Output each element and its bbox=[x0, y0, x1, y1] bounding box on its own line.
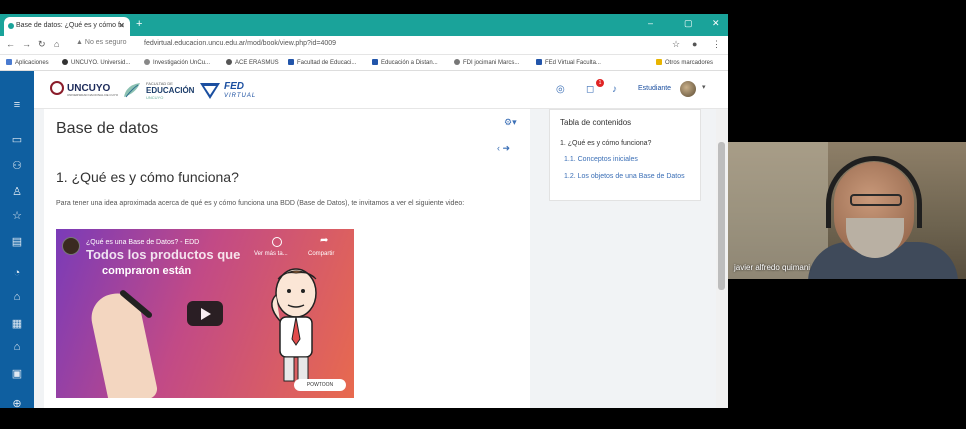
tab-favicon-icon bbox=[8, 23, 14, 29]
bookmark-item[interactable]: Aplicaciones bbox=[6, 59, 49, 66]
bookmark-item[interactable]: Otros marcadores bbox=[656, 59, 713, 66]
bookmark-item[interactable]: Investigación UnCu... bbox=[144, 59, 210, 66]
maximize-button[interactable]: ▢ bbox=[684, 18, 693, 29]
leaf-icon bbox=[124, 83, 140, 98]
toc-heading: Tabla de contenidos bbox=[560, 118, 632, 127]
toc-item-current[interactable]: 1. ¿Qué es y cómo funciona? bbox=[560, 140, 651, 147]
dashboard-icon[interactable]: ◔ bbox=[10, 267, 24, 279]
seal-icon bbox=[50, 81, 64, 95]
cartoon-man-illustration bbox=[271, 268, 317, 382]
fed-virtual-logo[interactable]: FED VIRTUAL bbox=[198, 79, 258, 103]
tab-title: Base de datos: ¿Qué es y cómo fu bbox=[16, 22, 124, 29]
table-of-contents: Tabla de contenidos 1. ¿Qué es y cómo fu… bbox=[549, 109, 701, 201]
video-title[interactable]: ¿Qué es una Base de Datos? - EDD bbox=[86, 239, 199, 246]
graduation-icon[interactable]: ⌂ bbox=[10, 341, 24, 353]
powtoon-brand: POWTOON bbox=[294, 379, 346, 391]
globe-icon bbox=[226, 59, 232, 65]
address-bar: ← → ↻ ⌂ ▲ No es seguro fedvirtual.educac… bbox=[0, 36, 728, 55]
close-window-button[interactable]: ✕ bbox=[712, 18, 720, 29]
globe-icon bbox=[454, 59, 460, 65]
bookmark-item[interactable]: Facultad de Educaci... bbox=[288, 59, 356, 66]
star-icon[interactable]: ☆ bbox=[672, 39, 680, 50]
browser-window: Base de datos: ¿Qué es y cómo fu ✕ + – ▢… bbox=[0, 14, 728, 408]
tab-close-icon[interactable]: ✕ bbox=[118, 21, 125, 30]
screen: Base de datos: ¿Qué es y cómo fu ✕ + – ▢… bbox=[0, 0, 966, 429]
badge-icon[interactable]: ♙ bbox=[10, 185, 24, 198]
security-indicator[interactable]: ▲ No es seguro bbox=[76, 39, 127, 46]
tab-bar: Base de datos: ¿Qué es y cómo fu ✕ + – ▢… bbox=[0, 14, 728, 36]
chevron-down-icon[interactable]: ▾ bbox=[702, 83, 706, 91]
users-icon[interactable]: ⚇ bbox=[10, 159, 24, 172]
next-page-icon[interactable]: ‹ ➜ bbox=[497, 143, 510, 154]
menu-dots-icon[interactable]: ⋮ bbox=[712, 39, 721, 50]
avatar[interactable] bbox=[680, 81, 696, 97]
language-globe-icon[interactable]: ◎ bbox=[556, 84, 565, 95]
bookmark-item[interactable]: Educación a Distan... bbox=[372, 59, 438, 66]
book-title: Base de datos bbox=[56, 120, 159, 137]
sidebar: ≡ ▭ ⚇ ♙ ☆ ▤ ◔ ⌂ ▦ ⌂ ▣ ⊕ bbox=[0, 71, 34, 408]
globe-icon bbox=[62, 59, 68, 65]
notification-badge: 1 bbox=[596, 79, 604, 87]
new-tab-button[interactable]: + bbox=[136, 18, 142, 30]
page-icon bbox=[372, 59, 378, 65]
url-field[interactable]: fedvirtual.educacion.uncu.edu.ar/mod/boo… bbox=[144, 40, 336, 47]
toc-item-link[interactable]: 1.1. Conceptos iniciales bbox=[564, 156, 638, 163]
minimize-button[interactable]: – bbox=[648, 18, 653, 28]
wing-icon bbox=[200, 83, 220, 99]
bookmark-item[interactable]: ACE ERASMUS bbox=[226, 59, 279, 66]
video-overlay-text: compraron están bbox=[102, 265, 192, 277]
home-icon[interactable]: ⌂ bbox=[54, 39, 59, 49]
webcam-tile: javier alfredo quimani bbox=[728, 142, 966, 279]
folder-icon[interactable]: ▭ bbox=[10, 133, 24, 146]
star-icon[interactable]: ☆ bbox=[10, 209, 24, 222]
watch-later-button[interactable]: Ver más ta... bbox=[254, 251, 288, 257]
folder-icon bbox=[656, 59, 662, 65]
forward-icon[interactable]: → bbox=[22, 39, 31, 49]
faculty-logo[interactable]: FACULTAD DE EDUCACIÓN UNCUYO bbox=[122, 79, 194, 103]
user-name[interactable]: Estudiante bbox=[638, 85, 671, 92]
share-button[interactable]: Compartir bbox=[308, 251, 334, 257]
page-icon bbox=[288, 59, 294, 65]
back-icon[interactable]: ← bbox=[6, 39, 15, 49]
uncuyo-logo[interactable]: UNCUYO UNIVERSIDAD NACIONAL DE CUYO bbox=[50, 81, 118, 97]
embedded-video[interactable]: ¿Qué es una Base de Datos? - EDD Todos l… bbox=[56, 229, 354, 398]
files-icon[interactable]: ▣ bbox=[10, 367, 24, 380]
calendar-icon[interactable]: ▦ bbox=[10, 317, 24, 330]
site-header: UNCUYO UNIVERSIDAD NACIONAL DE CUYO FACU… bbox=[34, 71, 728, 109]
add-icon[interactable]: ⊕ bbox=[10, 397, 24, 408]
hand-illustration bbox=[87, 289, 159, 398]
apps-icon bbox=[6, 59, 12, 65]
background-wall bbox=[728, 142, 828, 279]
bookmark-item[interactable]: FDI jocimani Marcs... bbox=[454, 59, 519, 66]
gear-icon[interactable]: ⚙▾ bbox=[504, 117, 517, 128]
bookmarks-bar: Aplicaciones UNCUYO. Universid... Invest… bbox=[0, 55, 728, 71]
warning-icon: ▲ bbox=[76, 39, 83, 46]
globe-icon bbox=[144, 59, 150, 65]
intro-text: Para tener una idea aproximada acerca de… bbox=[56, 200, 465, 207]
bell-icon[interactable]: ♪ bbox=[612, 84, 617, 95]
bookmark-item[interactable]: UNCUYO. Universid... bbox=[62, 59, 130, 66]
page-icon bbox=[536, 59, 542, 65]
channel-avatar[interactable] bbox=[62, 237, 80, 255]
participant-name: javier alfredo quimani bbox=[734, 263, 811, 272]
book-icon[interactable]: ▤ bbox=[10, 235, 24, 248]
reload-icon[interactable]: ↻ bbox=[38, 39, 46, 50]
browser-tab[interactable]: Base de datos: ¿Qué es y cómo fu ✕ bbox=[4, 17, 130, 36]
home-icon[interactable]: ⌂ bbox=[10, 291, 24, 303]
video-overlay-text: Todos los productos que bbox=[86, 247, 241, 262]
scrollbar-thumb[interactable] bbox=[718, 142, 725, 290]
hamburger-icon[interactable]: ≡ bbox=[10, 99, 24, 111]
headset-icon bbox=[826, 156, 922, 228]
bookmark-item[interactable]: FEd Virtual Facultа... bbox=[536, 59, 601, 66]
share-icon[interactable]: ➦ bbox=[320, 235, 328, 246]
security-label: No es seguro bbox=[84, 39, 127, 46]
profile-icon[interactable]: ● bbox=[692, 39, 697, 49]
clock-icon[interactable] bbox=[272, 237, 282, 247]
toc-item-link[interactable]: 1.2. Los objetos de una Base de Datos bbox=[564, 171, 694, 183]
play-button[interactable] bbox=[187, 301, 223, 326]
messages-icon[interactable]: ◻ bbox=[586, 84, 594, 95]
chapter-title: 1. ¿Qué es y cómo funciona? bbox=[56, 169, 239, 185]
